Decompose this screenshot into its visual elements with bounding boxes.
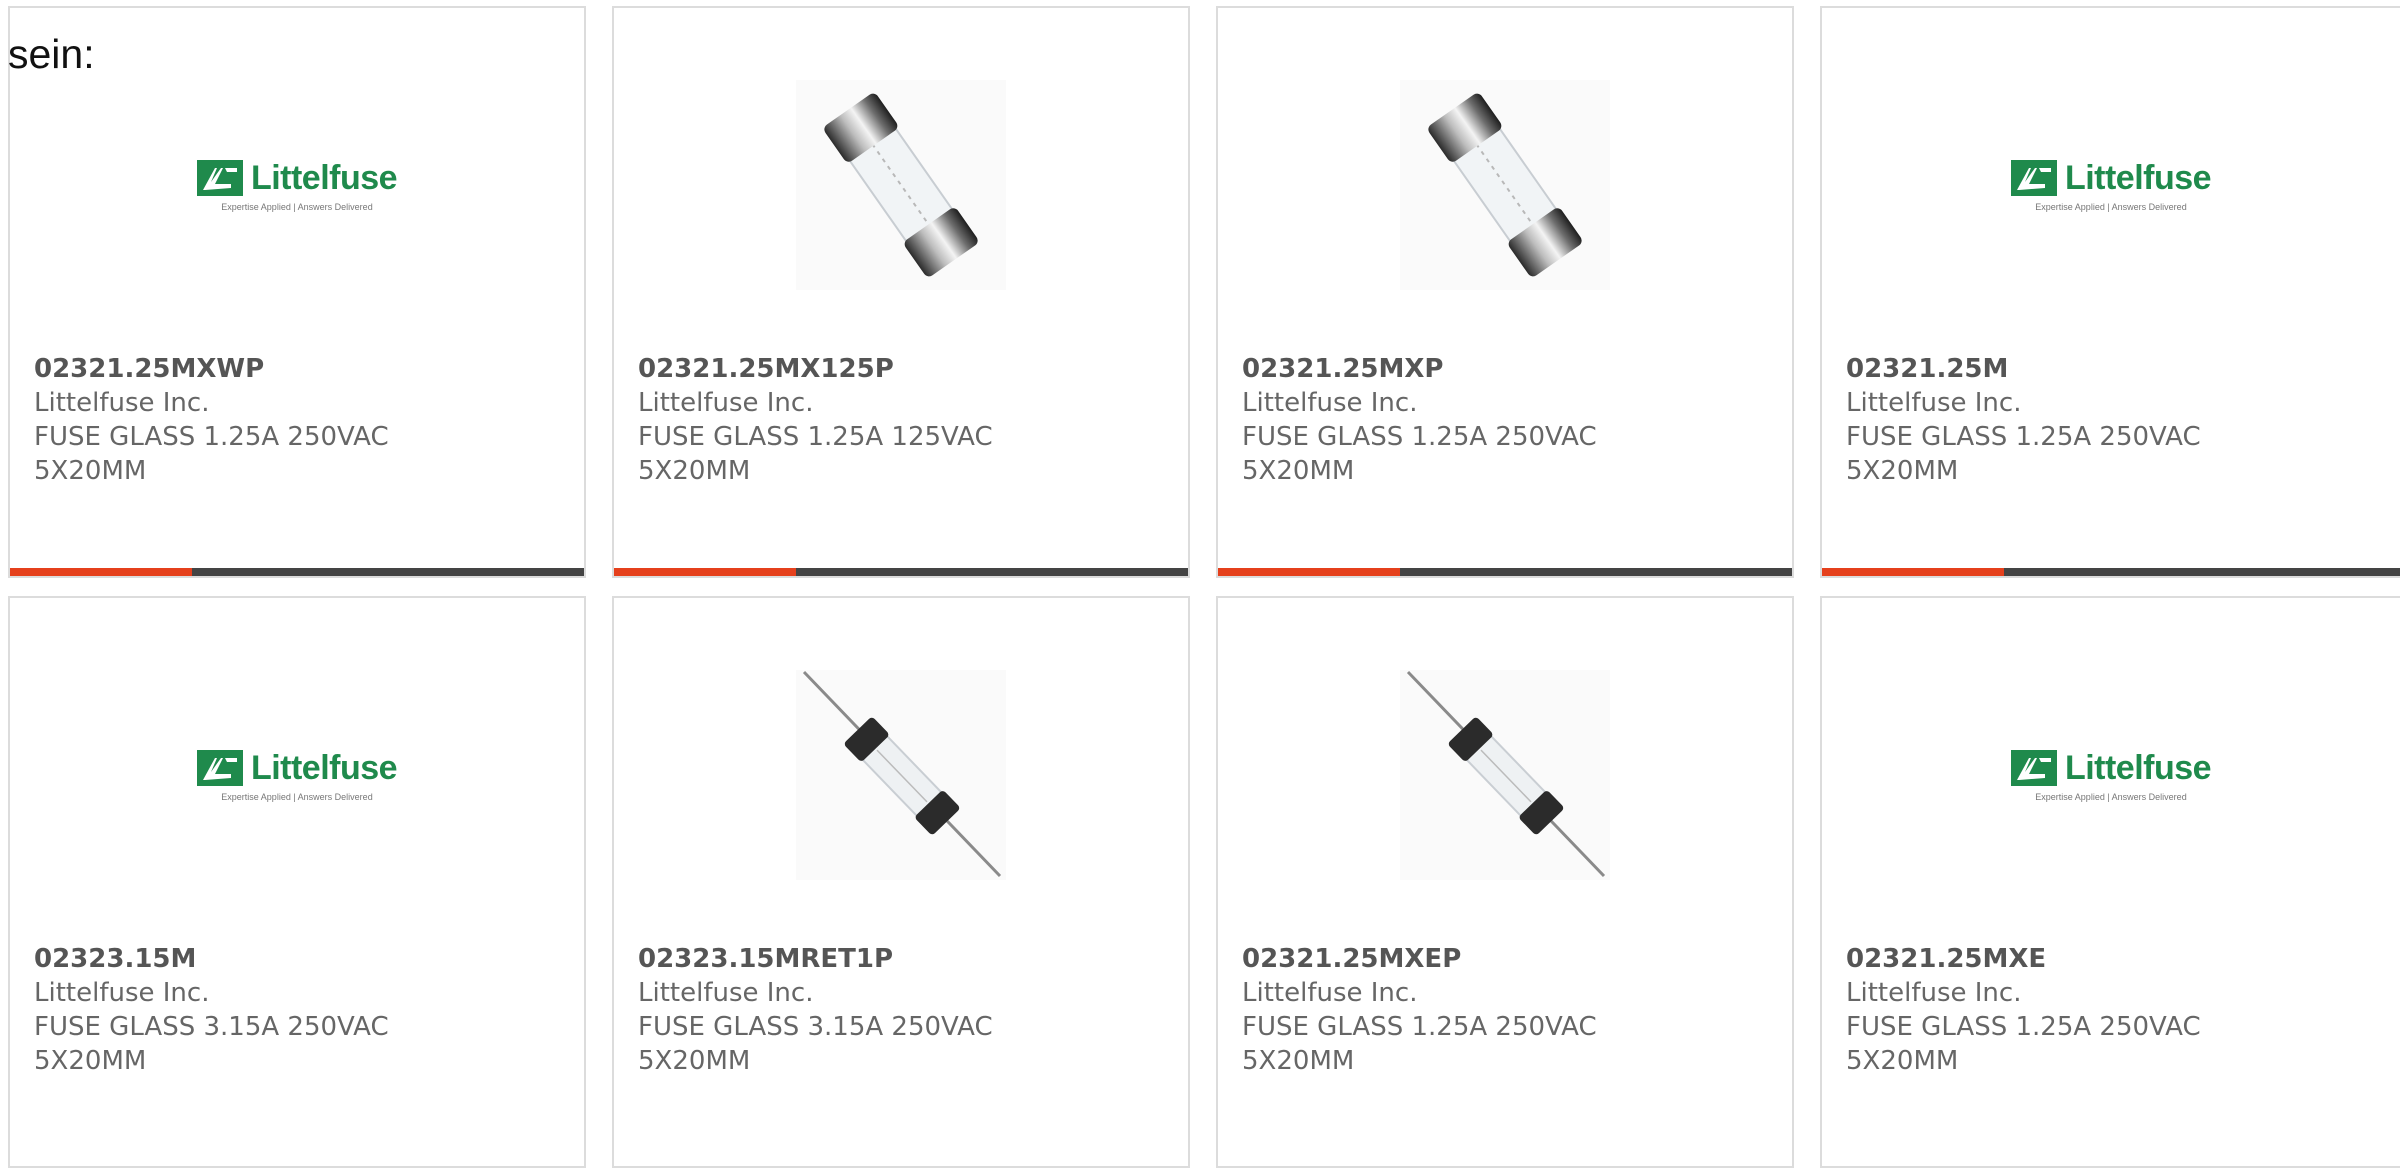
product-info: 02321.25MXWP Littelfuse Inc. FUSE GLASS … <box>34 352 434 488</box>
product-card[interactable]: Littelfuse Expertise Applied | Answers De… <box>1820 596 2400 1168</box>
littelfuse-logo: Littelfuse Expertise Applied | Answers De… <box>2010 158 2212 212</box>
card-progress-bar <box>1822 568 2400 576</box>
littelfuse-mark-icon <box>196 750 243 786</box>
manufacturer: Littelfuse Inc. <box>1846 388 2022 418</box>
product-card[interactable]: 02323.15MRET1P Littelfuse Inc. FUSE GLAS… <box>612 596 1190 1168</box>
description-line: 5X20MM <box>1242 1046 1355 1076</box>
card-progress-accent <box>1822 568 2004 576</box>
logo-word: Littelfuse <box>250 748 398 787</box>
card-progress-accent <box>614 568 796 576</box>
product-card[interactable]: 02321.25MX125P Littelfuse Inc. FUSE GLAS… <box>612 6 1190 578</box>
product-image: Littelfuse Expertise Applied | Answers De… <box>192 670 402 880</box>
littelfuse-logo: Littelfuse Expertise Applied | Answers De… <box>196 748 398 802</box>
product-image <box>1400 80 1610 290</box>
card-progress-accent <box>1218 568 1400 576</box>
description-line: FUSE GLASS 3.15A 250VAC <box>34 1012 389 1042</box>
logo-tagline: Expertise Applied | Answers Delivered <box>2035 201 2187 212</box>
description-line: FUSE GLASS 1.25A 250VAC <box>1846 1012 2201 1042</box>
product-image <box>796 670 1006 880</box>
part-number[interactable]: 02321.25M <box>1846 352 2246 386</box>
glass-fuse-cartridge-icon <box>796 80 1006 290</box>
description-line: FUSE GLASS 1.25A 250VAC <box>1242 1012 1597 1042</box>
littelfuse-mark-icon <box>196 160 243 196</box>
manufacturer: Littelfuse Inc. <box>34 388 210 418</box>
littelfuse-mark-icon <box>2010 160 2057 196</box>
logo-word: Littelfuse <box>250 158 398 197</box>
description-line: 5X20MM <box>34 1046 147 1076</box>
description-line: 5X20MM <box>638 1046 751 1076</box>
product-card[interactable]: Littelfuse Expertise Applied | Answers De… <box>8 596 586 1168</box>
manufacturer: Littelfuse Inc. <box>1242 978 1418 1008</box>
manufacturer: Littelfuse Inc. <box>34 978 210 1008</box>
part-number[interactable]: 02321.25MXE <box>1846 942 2246 976</box>
logo-word: Littelfuse <box>2064 158 2212 197</box>
product-card[interactable]: 02321.25MXEP Littelfuse Inc. FUSE GLASS … <box>1216 596 1794 1168</box>
product-image: Littelfuse Expertise Applied | Answers De… <box>2006 80 2216 290</box>
littelfuse-logo: Littelfuse Expertise Applied | Answers De… <box>196 158 398 212</box>
product-card[interactable]: Littelfuse Expertise Applied | Answers De… <box>1820 6 2400 578</box>
product-info: 02321.25MXE Littelfuse Inc. FUSE GLASS 1… <box>1846 942 2246 1078</box>
product-card[interactable]: 02321.25MXP Littelfuse Inc. FUSE GLASS 1… <box>1216 6 1794 578</box>
product-info: 02323.15M Littelfuse Inc. FUSE GLASS 3.1… <box>34 942 434 1078</box>
product-info: 02321.25MX125P Littelfuse Inc. FUSE GLAS… <box>638 352 1038 488</box>
littelfuse-logo: Littelfuse Expertise Applied | Answers De… <box>2010 748 2212 802</box>
product-image <box>1400 670 1610 880</box>
description-line: 5X20MM <box>34 456 147 486</box>
product-image: Littelfuse Expertise Applied | Answers De… <box>2006 670 2216 880</box>
logo-tagline: Expertise Applied | Answers Delivered <box>221 201 373 212</box>
littelfuse-mark-icon <box>2010 750 2057 786</box>
part-number[interactable]: 02323.15M <box>34 942 434 976</box>
logo-tagline: Expertise Applied | Answers Delivered <box>2035 791 2187 802</box>
card-progress-bar <box>10 568 584 576</box>
product-info: 02323.15MRET1P Littelfuse Inc. FUSE GLAS… <box>638 942 1038 1078</box>
manufacturer: Littelfuse Inc. <box>638 388 814 418</box>
description-line: 5X20MM <box>1846 456 1959 486</box>
product-info: 02321.25MXP Littelfuse Inc. FUSE GLASS 1… <box>1242 352 1642 488</box>
description-line: FUSE GLASS 1.25A 125VAC <box>638 422 993 452</box>
part-number[interactable]: 02321.25MXEP <box>1242 942 1642 976</box>
product-image <box>796 80 1006 290</box>
logo-tagline: Expertise Applied | Answers Delivered <box>221 791 373 802</box>
part-number[interactable]: 02321.25MXP <box>1242 352 1642 386</box>
card-progress-bar <box>1218 568 1792 576</box>
logo-word: Littelfuse <box>2064 748 2212 787</box>
part-number[interactable]: 02321.25MXWP <box>34 352 434 386</box>
manufacturer: Littelfuse Inc. <box>1846 978 2022 1008</box>
intro-text: sein: <box>8 31 95 77</box>
product-image: Littelfuse Expertise Applied | Answers De… <box>192 80 402 290</box>
description-line: 5X20MM <box>638 456 751 486</box>
glass-fuse-axial-leads-icon <box>1400 670 1610 880</box>
manufacturer: Littelfuse Inc. <box>638 978 814 1008</box>
card-progress-accent <box>10 568 192 576</box>
manufacturer: Littelfuse Inc. <box>1242 388 1418 418</box>
description-line: 5X20MM <box>1846 1046 1959 1076</box>
part-number[interactable]: 02321.25MX125P <box>638 352 1038 386</box>
description-line: 5X20MM <box>1242 456 1355 486</box>
description-line: FUSE GLASS 3.15A 250VAC <box>638 1012 993 1042</box>
part-number[interactable]: 02323.15MRET1P <box>638 942 1038 976</box>
card-progress-bar <box>614 568 1188 576</box>
product-info: 02321.25MXEP Littelfuse Inc. FUSE GLASS … <box>1242 942 1642 1078</box>
glass-fuse-cartridge-icon <box>1400 80 1610 290</box>
description-line: FUSE GLASS 1.25A 250VAC <box>1242 422 1597 452</box>
product-info: 02321.25M Littelfuse Inc. FUSE GLASS 1.2… <box>1846 352 2246 488</box>
description-line: FUSE GLASS 1.25A 250VAC <box>34 422 389 452</box>
glass-fuse-axial-leads-icon <box>796 670 1006 880</box>
product-card[interactable]: Littelfuse Expertise Applied | Answers De… <box>8 6 586 578</box>
description-line: FUSE GLASS 1.25A 250VAC <box>1846 422 2201 452</box>
